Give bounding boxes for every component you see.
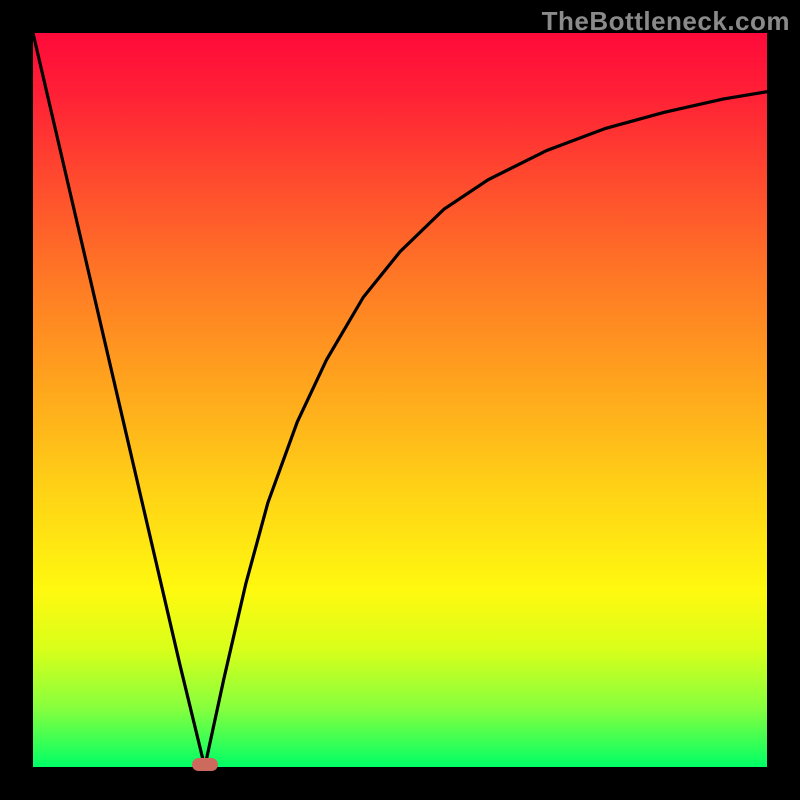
plot-area: [33, 33, 767, 767]
optimum-marker: [192, 758, 218, 771]
chart-frame: TheBottleneck.com: [0, 0, 800, 800]
curve-right-branch: [205, 92, 767, 767]
bottleneck-curve: [33, 33, 767, 767]
curve-left-branch: [33, 33, 205, 767]
